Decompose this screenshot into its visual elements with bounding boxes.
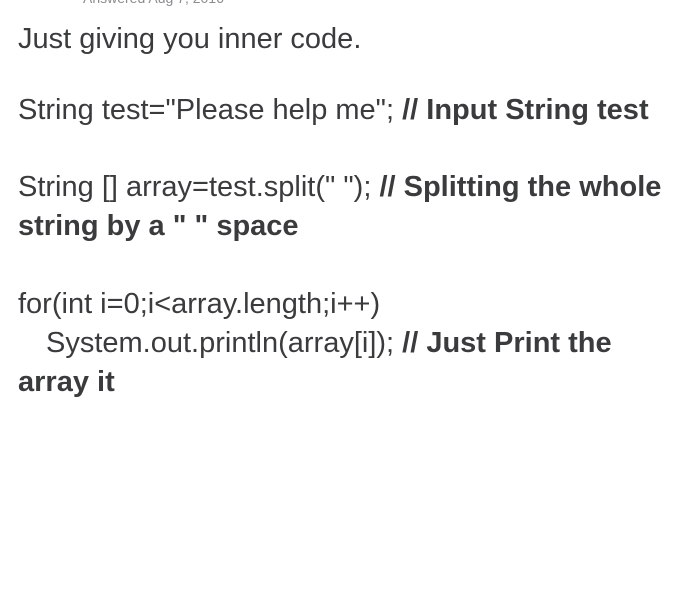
code-block-3: for(int i=0;i<array.length;i++) System.o… xyxy=(18,285,682,402)
intro-text: Just giving you inner code. xyxy=(18,20,682,59)
code-block-2: String [] array=test.split(" "); // Spli… xyxy=(18,168,682,246)
for-line: for(int i=0;i<array.length;i++) xyxy=(18,285,682,324)
code-block-1: String test="Please help me"; // Input S… xyxy=(18,91,682,130)
code-comment-1: // Input String test xyxy=(402,94,649,126)
print-line-code: System.out.println(array[i]); xyxy=(18,327,402,359)
answer-body: Just giving you inner code. String test=… xyxy=(18,20,682,402)
code-line-2: String [] array=test.split(" "); xyxy=(18,171,379,203)
intro-line: Just giving you inner code. xyxy=(18,23,361,55)
answer-date: Answered Aug 7, 2016 xyxy=(83,0,224,6)
code-line-1: String test="Please help me"; xyxy=(18,94,402,126)
answer-meta: Answered Aug 7, 2016 xyxy=(83,0,682,6)
